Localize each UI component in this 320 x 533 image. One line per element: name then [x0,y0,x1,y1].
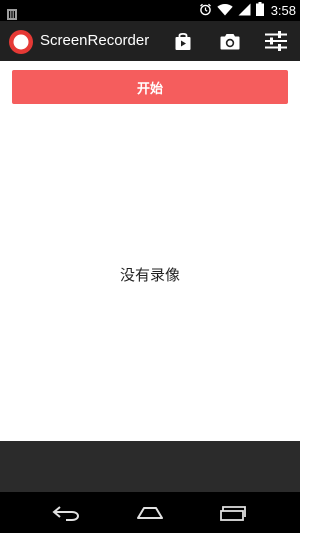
back-icon[interactable] [46,501,86,525]
store-icon[interactable] [172,31,194,51]
recents-icon[interactable] [214,501,254,525]
empty-state-message: 没有录像 [119,266,180,284]
start-button[interactable]: 开始 [12,70,288,104]
notification-icon [7,5,17,20]
action-bar: ScreenRecorder [0,21,300,61]
app-title: ScreenRecorder [40,32,150,49]
status-bar: 3:58 [0,0,300,21]
bottom-panel [0,441,300,492]
screen: 3:58 ScreenRecorder 开始 没有录像 [0,0,300,533]
navigation-bar [0,492,300,533]
wifi-icon [216,1,233,20]
status-icons: 3:58 [199,0,296,21]
battery-icon [255,1,264,20]
alarm-icon [199,1,212,20]
camera-icon[interactable] [219,31,241,51]
settings-sliders-icon[interactable] [265,31,287,51]
record-icon[interactable] [9,30,33,54]
start-button-label: 开始 [136,81,163,97]
signal-icon [238,1,251,20]
home-icon[interactable] [130,501,170,525]
status-time: 3:58 [270,3,296,18]
